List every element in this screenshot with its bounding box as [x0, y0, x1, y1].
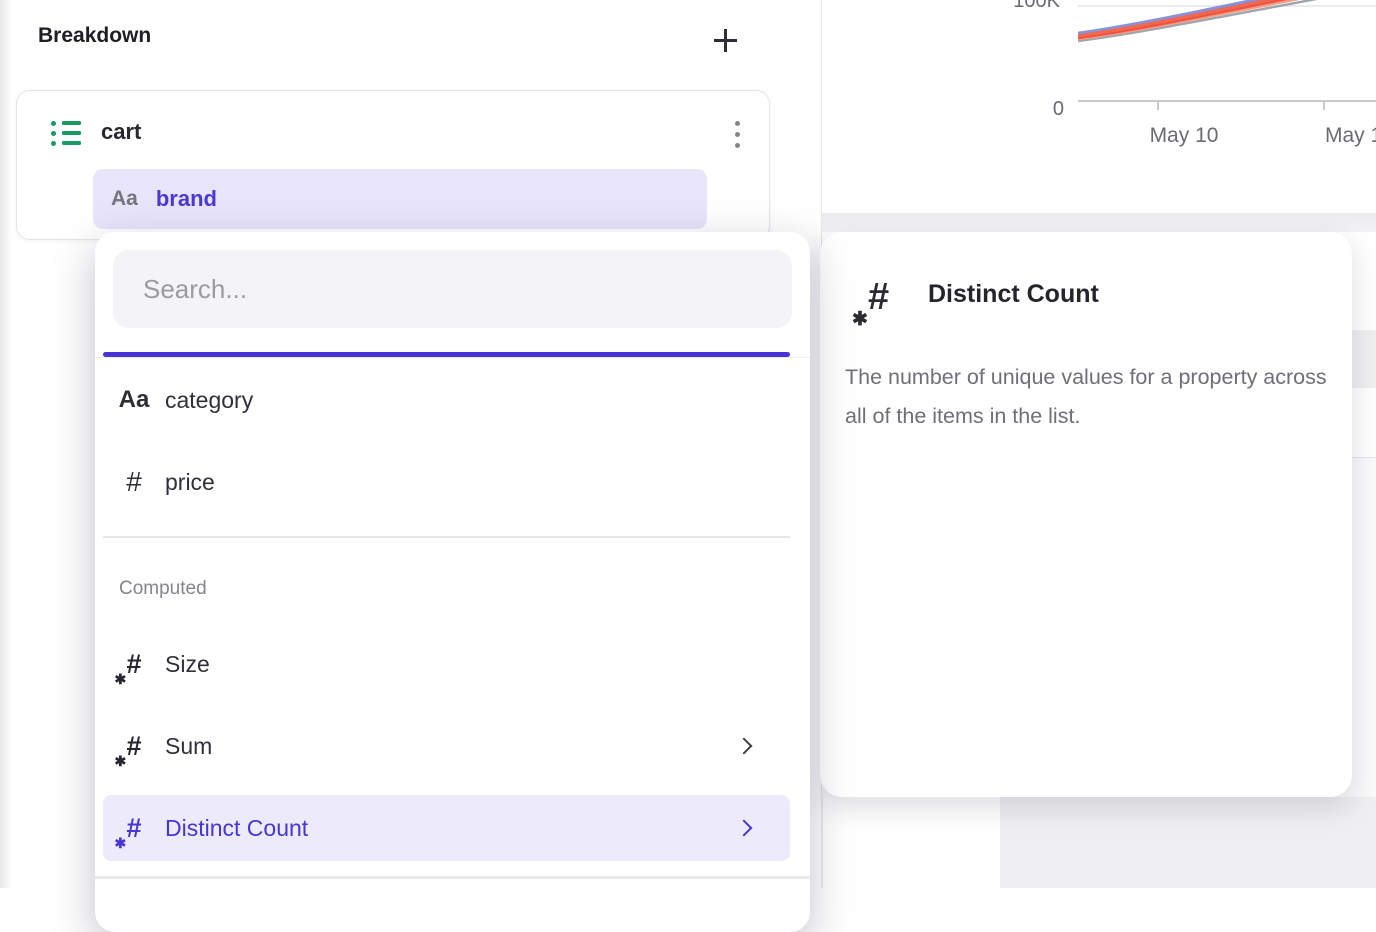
text-property-icon: Aa — [103, 386, 165, 414]
dropdown-item-sum[interactable]: #✱ Sum — [103, 714, 790, 778]
breakdown-card: cart Aa brand — [16, 90, 770, 240]
breakdown-group-label: cart — [101, 119, 141, 145]
dropdown-footer-divider — [95, 876, 810, 879]
dropdown-item-price[interactable]: # price — [103, 450, 790, 514]
table-toolbar-band — [822, 213, 1376, 232]
dropdown-item-category[interactable]: Aa category — [103, 368, 790, 432]
kebab-menu-icon[interactable] — [715, 109, 759, 159]
chevron-right-icon — [736, 820, 753, 837]
y-axis-label-0: 0 — [1034, 98, 1064, 121]
property-dropdown: Aa category # price Computed #✱ Size #✱ … — [95, 232, 810, 932]
x-axis-label-may10: May 10 — [1144, 124, 1224, 148]
property-info-tooltip: #✱ Distinct Count The number of unique v… — [820, 232, 1352, 797]
computed-number-icon: #✱ — [868, 278, 889, 316]
breakdown-section-title: Breakdown — [38, 24, 151, 48]
x-axis-tick — [1157, 102, 1159, 110]
selected-property-label: brand — [156, 186, 217, 212]
dropdown-item-distinct-count[interactable]: #✱ Distinct Count — [103, 795, 790, 861]
tooltip-title: Distinct Count — [928, 280, 1099, 309]
chevron-right-icon — [736, 738, 753, 755]
x-axis-tick — [1323, 102, 1325, 110]
computed-number-icon: #✱ — [103, 651, 165, 678]
table-column-strip — [823, 797, 1000, 888]
search-input[interactable] — [113, 250, 792, 328]
computed-section-label: Computed — [119, 578, 207, 600]
panel-edge-shadow — [0, 0, 12, 888]
list-icon — [51, 120, 81, 148]
text-property-icon: Aa — [111, 187, 138, 211]
tab-divider — [95, 357, 810, 358]
selected-property-pill[interactable]: Aa brand — [93, 169, 707, 229]
line-series — [1078, 0, 1376, 101]
x-axis-label-may17: May 17 — [1325, 124, 1376, 148]
plus-icon — [714, 29, 737, 52]
add-breakdown-button[interactable] — [702, 18, 748, 62]
number-property-icon: # — [103, 466, 165, 498]
section-divider — [103, 536, 790, 538]
computed-number-icon: #✱ — [103, 733, 165, 760]
x-axis-line — [1078, 100, 1376, 102]
tooltip-description: The number of unique values for a proper… — [845, 358, 1327, 436]
y-axis-label-100k: 100K — [1010, 0, 1060, 13]
dropdown-item-size[interactable]: #✱ Size — [103, 632, 790, 696]
computed-number-icon: #✱ — [103, 815, 165, 842]
